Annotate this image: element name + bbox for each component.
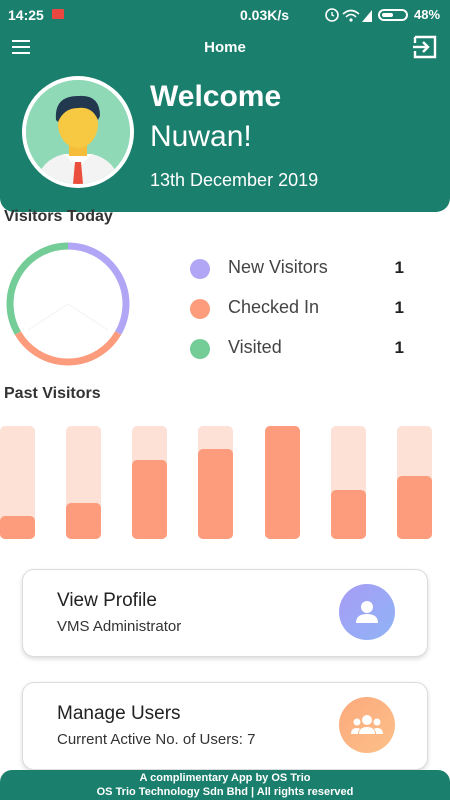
bar (331, 490, 366, 539)
header: Home Welcome Nuwan! 13th December 2019 (0, 30, 450, 212)
legend-label: Visited (228, 337, 282, 357)
legend-visited: Visited 1 (190, 335, 410, 375)
new-visitors-dot (190, 259, 210, 279)
footer-line-1: A complimentary App by OS Trio (139, 772, 311, 784)
footer: A complimentary App by OS Trio OS Trio T… (0, 770, 450, 800)
bar (397, 476, 432, 539)
bar-track (198, 426, 233, 539)
bar-track (265, 426, 300, 539)
bar-track (0, 426, 35, 539)
card-subtitle: Current Active No. of Users: 7 (57, 731, 256, 748)
legend-label: Checked In (228, 297, 320, 317)
mail-icon (52, 9, 64, 19)
card-subtitle: VMS Administrator (57, 618, 182, 635)
person-icon (339, 584, 395, 640)
legend-new-visitors: New Visitors 1 (190, 255, 410, 295)
bar (66, 503, 101, 539)
signal-icons (325, 6, 373, 27)
user-name: Nuwan! (150, 120, 252, 153)
battery-percent: 48% (414, 7, 441, 22)
network-speed: 0.03K/s (240, 7, 290, 23)
bar-track (66, 426, 101, 539)
avatar (22, 76, 134, 188)
bar (265, 426, 300, 539)
bar-track (132, 426, 167, 539)
view-profile-card[interactable]: View Profile VMS Administrator (22, 569, 428, 657)
bar (198, 449, 233, 539)
legend-value: 1 (394, 338, 404, 357)
past-visitors-bar-chart (0, 426, 450, 539)
logout-icon[interactable] (412, 34, 438, 60)
welcome-text: Welcome (150, 80, 282, 113)
bar (132, 460, 167, 539)
bar (0, 516, 35, 539)
legend-value: 1 (394, 258, 404, 277)
card-title: Manage Users (57, 703, 181, 724)
current-date: 13th December 2019 (150, 170, 319, 190)
visitors-legend: New Visitors 1 Checked In 1 Visited 1 (190, 255, 410, 375)
visitors-today-title: Visitors Today (4, 208, 113, 225)
battery-icon (378, 9, 408, 21)
bar-track (397, 426, 432, 539)
status-bar: 14:25 0.03K/s 48% (0, 0, 450, 30)
bar-track (331, 426, 366, 539)
legend-checked-in: Checked In 1 (190, 295, 410, 335)
manage-users-card[interactable]: Manage Users Current Active No. of Users… (22, 682, 428, 770)
group-icon (339, 697, 395, 753)
legend-label: New Visitors (228, 257, 328, 277)
visitors-donut-chart (4, 240, 132, 368)
user-avatar-icon (26, 80, 130, 184)
past-visitors-title: Past Visitors (4, 385, 101, 402)
footer-line-2: OS Trio Technology Sdn Bhd | All rights … (96, 786, 354, 798)
legend-value: 1 (394, 298, 404, 317)
card-title: View Profile (57, 590, 157, 611)
checked-in-dot (190, 299, 210, 319)
visited-dot (190, 339, 210, 359)
status-time: 14:25 (8, 7, 44, 23)
page-title: Home (204, 39, 246, 56)
